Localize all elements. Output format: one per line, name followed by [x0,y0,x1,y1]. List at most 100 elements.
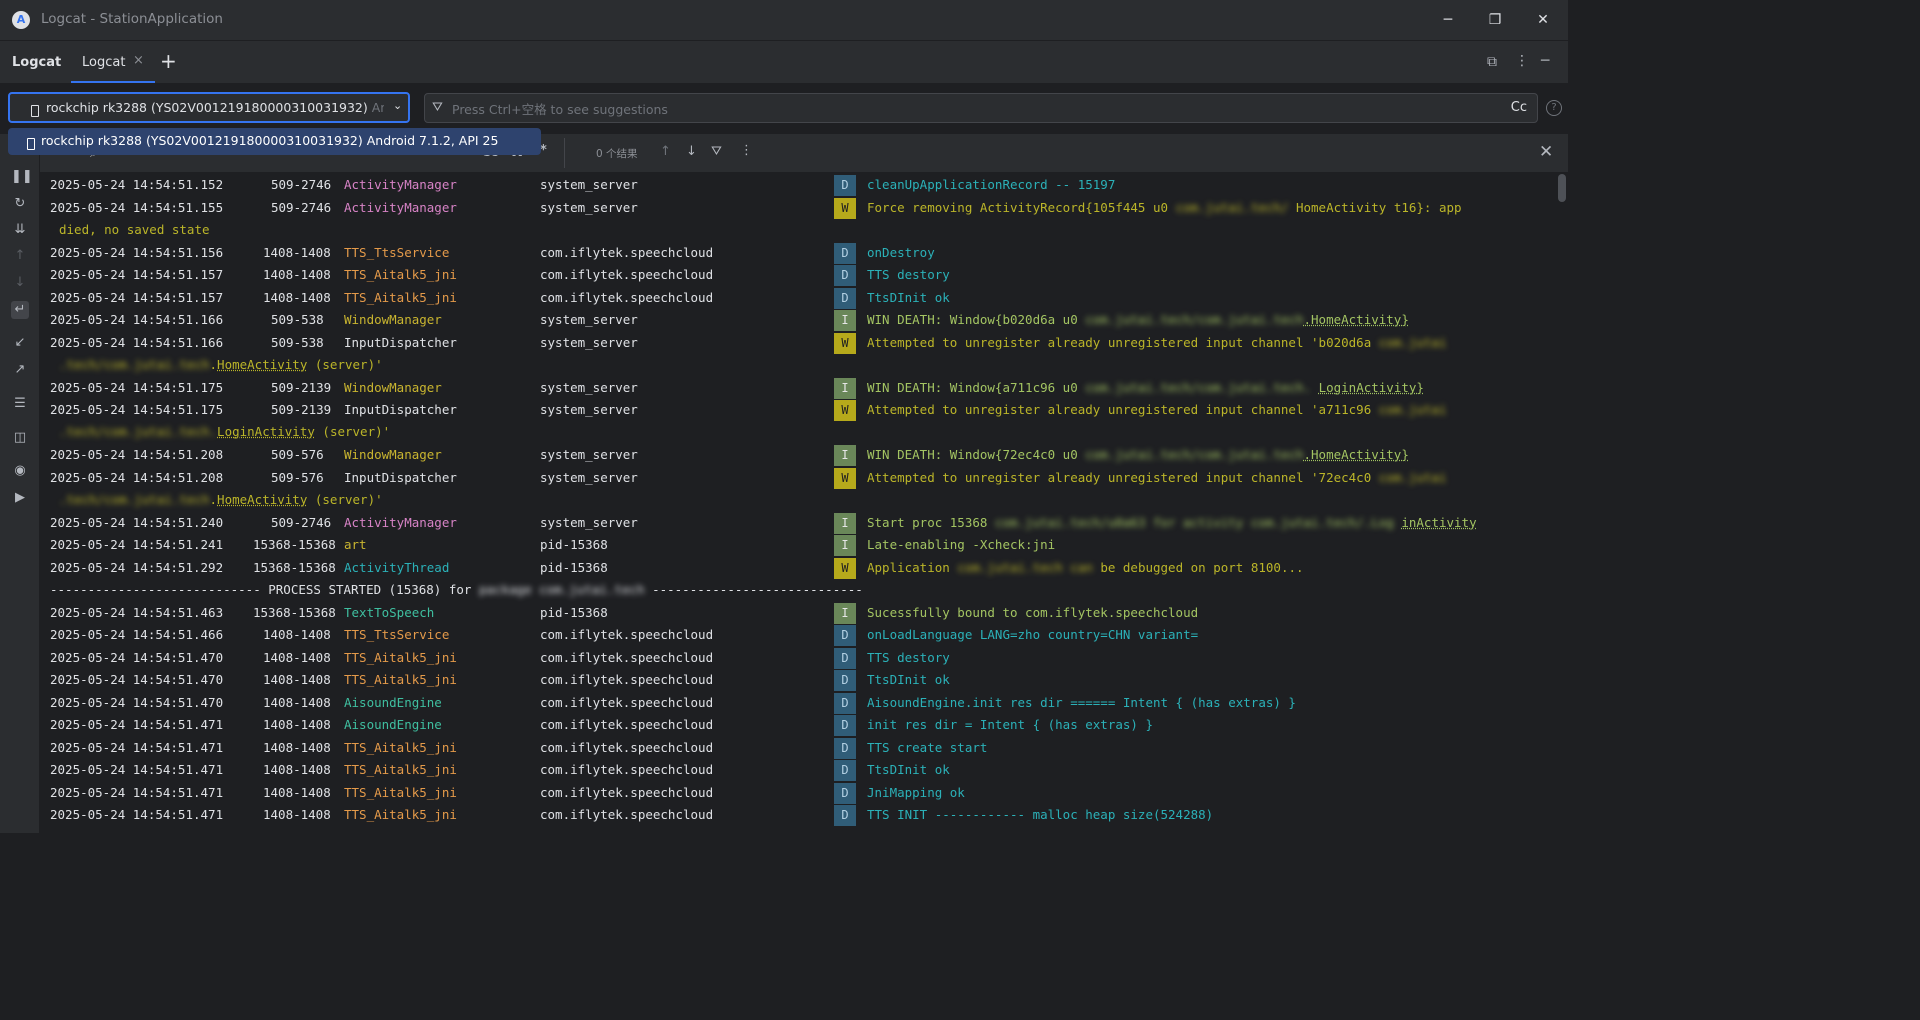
log-package: com.iflytek.speechcloud [540,739,714,755]
device-selector[interactable]: rockchip rk3288 (YS02V001219180000310031… [8,92,410,123]
log-pid: 1408-1408 [263,267,331,282]
log-row[interactable]: 2025-05-24 14:54:51.208 509-576 InputDispa… [50,467,1558,512]
pause-icon[interactable]: ❚❚ [11,168,33,186]
screen-record-icon[interactable]: ▶ [11,489,29,507]
log-row[interactable]: ---------------------------- PROCESS STA… [50,579,1558,602]
log-tag: TextToSpeech [344,604,435,620]
log-row[interactable]: 2025-05-24 14:54:51.155 509-2746 ActivityM… [50,197,1558,242]
log-row[interactable]: 2025-05-24 14:54:51.471 1408-1408 TTS_Aita… [50,737,1558,760]
log-row[interactable]: 2025-05-24 14:54:51.166 509-538 WindowMana… [50,309,1558,332]
vertical-scrollbar[interactable] [1558,174,1566,202]
restart-icon[interactable]: ↻ [11,195,29,213]
redacted-text: .tech/com.jutai.tech. [59,424,218,439]
more-options-icon[interactable]: ⋮ [1515,53,1529,69]
log-tag: TTS_TtsService [344,627,450,642]
log-row[interactable]: 2025-05-24 14:54:51.470 1408-1408 AisoundE… [50,692,1558,715]
filter-icon: ⛛ [432,100,443,115]
log-timestamp: 2025-05-24 14:54:51.292 [50,559,224,575]
log-row[interactable]: 2025-05-24 14:54:51.157 1408-1408 TTS_Aita… [50,287,1558,310]
log-timestamp: 2025-05-24 14:54:51.208 [50,469,224,485]
export-icon[interactable]: ↗ [11,361,29,379]
log-level-badge: D [834,805,856,826]
log-row[interactable]: 2025-05-24 14:54:51.152 509-2746 ActivityM… [50,174,1558,197]
log-row[interactable]: 2025-05-24 14:54:51.470 1408-1408 TTS_Aita… [50,647,1558,670]
close-button[interactable]: ✕ [1529,8,1557,32]
redacted-text: com.jutai.tech/com.jutai.tech [1085,447,1304,462]
split-panels-icon[interactable]: ◫ [11,429,29,447]
android-studio-icon: A [12,11,30,29]
log-row[interactable]: 2025-05-24 14:54:51.471 1408-1408 TTS_Aita… [50,804,1558,827]
log-row[interactable]: 2025-05-24 14:54:51.175 509-2139 WindowMan… [50,377,1558,400]
redacted-text: com.jutai.tech/com.jutai.tech. [1085,379,1312,395]
search-options-icon[interactable]: ⋮ [740,143,753,158]
soft-wrap-icon[interactable]: ↵ [11,301,29,319]
log-pid: 509-576 [271,469,324,485]
log-row[interactable]: 2025-05-24 14:54:51.166 509-538 InputDispa… [50,332,1558,377]
log-row[interactable]: 2025-05-24 14:54:51.208 509-576 WindowMana… [50,444,1558,467]
log-row[interactable]: 2025-05-24 14:54:51.471 1408-1408 TTS_Aita… [50,759,1558,782]
log-message: TtsDInit ok [867,762,950,777]
message-text: HomeActivity [217,356,308,372]
log-tag: TTS_Aitalk5_jni [344,672,457,687]
add-tab-button[interactable]: + [160,49,177,73]
log-row[interactable]: 2025-05-24 14:54:51.241 15368-15368 art pid… [50,534,1558,557]
log-pid: 1408-1408 [263,244,331,260]
log-level-badge: W [834,400,856,421]
match-case-toggle[interactable]: Cc [1511,100,1527,115]
log-row[interactable]: 2025-05-24 14:54:51.156 1408-1408 TTS_TtsS… [50,242,1558,265]
hide-panel-icon[interactable]: ─ [1541,53,1549,69]
log-row[interactable]: 2025-05-24 14:54:51.240 509-2746 ActivityM… [50,512,1558,535]
restore-layout-icon[interactable]: ⧉ [1487,54,1497,70]
previous-occurrence-icon[interactable]: ↑ [11,247,29,265]
filter-placeholder: Press Ctrl+空格 to see suggestions [452,102,668,117]
logcat-filter-input[interactable]: ⛛ Press Ctrl+空格 to see suggestions Cc [424,93,1538,123]
message-text: LoginActivity} [1318,379,1424,395]
help-icon[interactable]: ? [1546,100,1562,116]
log-row[interactable]: 2025-05-24 14:54:51.292 15368-15368 Activi… [50,557,1558,580]
message-text: LoginActivity [217,424,315,439]
log-package: pid-15368 [540,559,608,575]
previous-match-icon[interactable]: ↑ [660,144,671,159]
log-row[interactable]: 2025-05-24 14:54:51.157 1408-1408 TTS_Aita… [50,264,1558,287]
next-match-icon[interactable]: ↓ [686,144,697,159]
log-tag: ActivityManager [344,177,457,192]
screenshot-icon[interactable]: ◉ [11,462,29,480]
device-dropdown-option[interactable]: rockchip rk3288 (YS02V001219180000310031… [8,128,541,155]
log-level-badge: I [834,310,856,331]
message-text: Late-enabling -Xcheck:jni [867,537,1056,552]
log-row[interactable]: 2025-05-24 14:54:51.466 1408-1408 TTS_TtsS… [50,624,1558,647]
log-timestamp: 2025-05-24 14:54:51.152 [50,177,224,192]
log-level-badge: W [834,467,856,489]
minimize-button[interactable]: ─ [1434,8,1462,32]
format-settings-icon[interactable]: ☰ [11,395,29,413]
tab-logcat[interactable]: Logcat × [71,41,155,83]
log-row[interactable]: 2025-05-24 14:54:51.471 1408-1408 AisoundE… [50,714,1558,737]
scroll-to-end-icon[interactable]: ⇊ [11,221,29,239]
log-row[interactable]: 2025-05-24 14:54:51.470 1408-1408 TTS_Aita… [50,669,1558,692]
log-package: pid-15368 [540,537,608,552]
log-timestamp: 2025-05-24 14:54:51.155 [50,199,224,215]
log-level-badge: D [834,737,856,759]
log-pid: 1408-1408 [263,627,331,642]
log-row[interactable]: 2025-05-24 14:54:51.175 509-2139 InputDisp… [50,399,1558,444]
message-text: JniMapping ok [867,784,965,800]
log-timestamp: 2025-05-24 14:54:51.157 [50,289,224,305]
message-text: init res dir = Intent { (has extras) } [867,717,1153,732]
close-search-icon[interactable]: ✕ [1539,142,1553,162]
log-row[interactable]: 2025-05-24 14:54:51.463 15368-15368 TextTo… [50,602,1558,625]
log-row[interactable]: 2025-05-24 14:54:51.471 1408-1408 TTS_Aita… [50,782,1558,805]
restore-button[interactable]: ❐ [1481,8,1509,32]
log-package: com.iflytek.speechcloud [540,807,714,822]
filter-results-icon[interactable]: ⛛ [711,144,722,159]
message-text: TtsDInit ok [867,289,950,305]
log-level-badge: I [834,602,856,624]
message-text: Attempted to unregister already unregist… [867,402,1372,417]
message-text: TTS destory [867,267,950,282]
tab-close-icon[interactable]: × [133,53,144,68]
log-timestamp: 2025-05-24 14:54:51.470 [50,694,224,710]
log-package: system_server [540,402,638,417]
import-icon[interactable]: ↙ [11,334,29,352]
next-occurrence-icon[interactable]: ↓ [11,274,29,292]
log-timestamp: 2025-05-24 14:54:51.470 [50,649,224,665]
log-message: Attempted to unregister already unregist… [867,470,1446,485]
